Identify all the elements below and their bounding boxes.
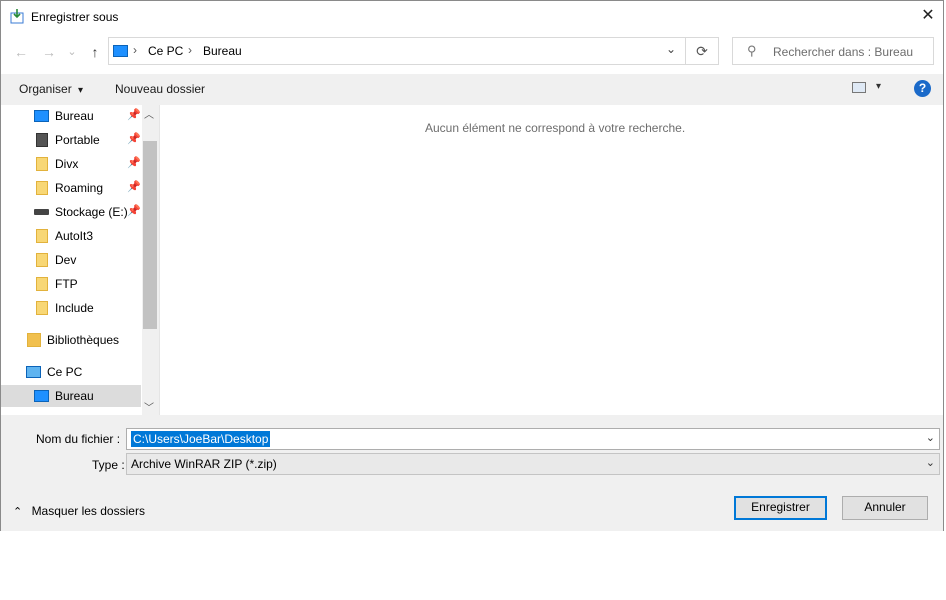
nav-item-ce-pc[interactable]: Ce PC bbox=[1, 361, 141, 383]
new-folder-button[interactable]: Nouveau dossier bbox=[115, 82, 205, 96]
libraries-icon bbox=[27, 333, 41, 347]
nav-item-bureau[interactable]: Bureau 📌 bbox=[1, 105, 141, 127]
folder-icon bbox=[36, 229, 48, 243]
chevron-up-icon: ⌃ bbox=[13, 506, 23, 518]
pin-icon: 📌 bbox=[127, 181, 141, 193]
scrollbar-thumb[interactable] bbox=[143, 141, 157, 329]
monitor-icon bbox=[34, 110, 49, 122]
organize-arrow-icon: ▾ bbox=[78, 85, 84, 96]
breadcrumb-separator: › bbox=[188, 43, 192, 57]
nav-item-label: AutoIt3 bbox=[55, 229, 94, 243]
document-icon bbox=[36, 133, 48, 147]
folder-icon bbox=[36, 181, 48, 195]
nav-item-portable[interactable]: Portable 📌 bbox=[1, 129, 141, 151]
nav-item-bureau-selected[interactable]: Bureau bbox=[1, 385, 141, 407]
scroll-up-icon[interactable]: ︿ bbox=[144, 106, 154, 121]
folder-icon bbox=[36, 277, 48, 291]
help-button[interactable]: ? bbox=[914, 80, 931, 97]
back-button[interactable]: ← bbox=[12, 41, 30, 63]
address-dropdown-button[interactable]: ⌄ bbox=[666, 42, 676, 56]
refresh-button[interactable]: ⟳ bbox=[686, 37, 719, 65]
filename-dropdown-arrow[interactable]: ⌄ bbox=[926, 431, 935, 444]
save-as-dialog: Enregistrer sous ✕ ← → ⌄ ↑ › Ce PC › Bur… bbox=[0, 0, 944, 531]
folder-icon bbox=[36, 253, 48, 267]
hide-folders-label: Masquer les dossiers bbox=[31, 504, 145, 518]
nav-item-label: FTP bbox=[55, 277, 78, 291]
breadcrumb-item-ce-pc[interactable]: Ce PC bbox=[148, 44, 183, 58]
monitor-icon bbox=[34, 390, 49, 402]
pin-icon: 📌 bbox=[127, 133, 141, 145]
nav-item-divx[interactable]: Divx 📌 bbox=[1, 153, 141, 175]
folder-icon bbox=[36, 157, 48, 171]
view-dropdown-arrow[interactable]: ▾ bbox=[876, 81, 881, 92]
breadcrumb-separator: › bbox=[133, 43, 137, 57]
recent-locations-button[interactable]: ⌄ bbox=[66, 41, 78, 63]
nav-item-label: Roaming bbox=[55, 181, 104, 195]
file-type-select[interactable]: Archive WinRAR ZIP (*.zip) ⌄ bbox=[126, 453, 940, 475]
nav-item-label: Bureau bbox=[55, 109, 94, 123]
close-button[interactable]: ✕ bbox=[913, 4, 943, 28]
file-type-dropdown-arrow: ⌄ bbox=[925, 457, 935, 469]
nav-item-include[interactable]: Include bbox=[1, 297, 141, 319]
pin-icon: 📌 bbox=[127, 157, 141, 169]
monitor-icon bbox=[113, 45, 128, 57]
nav-item-label: Ce PC bbox=[47, 365, 83, 379]
cancel-button[interactable]: Annuler bbox=[842, 496, 928, 520]
organize-label: Organiser bbox=[19, 82, 72, 96]
address-bar[interactable]: › Ce PC › Bureau ⌄ bbox=[108, 37, 686, 65]
filename-value: C:\Users\JoeBar\Desktop bbox=[131, 431, 271, 447]
navigation-pane: Bureau 📌 Portable 📌 Divx 📌 Roaming 📌 Sto… bbox=[1, 105, 160, 415]
breadcrumb-item-bureau[interactable]: Bureau bbox=[203, 44, 242, 58]
nav-item-roaming[interactable]: Roaming 📌 bbox=[1, 177, 141, 199]
hide-folders-button[interactable]: ⌃ Masquer les dossiers bbox=[13, 504, 145, 518]
empty-results-message: Aucun élément ne correspond à votre rech… bbox=[425, 121, 686, 135]
nav-item-label: Include bbox=[55, 301, 94, 315]
type-label: Type : bbox=[92, 458, 125, 472]
forward-button[interactable]: → bbox=[40, 41, 58, 63]
nav-item-label: Portable bbox=[55, 133, 100, 147]
view-options-icon[interactable] bbox=[852, 82, 866, 93]
pin-icon: 📌 bbox=[127, 109, 141, 121]
save-button[interactable]: Enregistrer bbox=[734, 496, 827, 520]
file-type-value: Archive WinRAR ZIP (*.zip) bbox=[131, 457, 277, 471]
computer-icon bbox=[26, 366, 41, 378]
nav-item-label: Stockage (E:) bbox=[55, 205, 128, 219]
drive-icon bbox=[34, 209, 49, 215]
filename-label: Nom du fichier : bbox=[36, 432, 121, 446]
window-title: Enregistrer sous bbox=[31, 10, 119, 24]
filename-input[interactable]: C:\Users\JoeBar\Desktop ⌄ bbox=[126, 428, 940, 450]
nav-item-stockage[interactable]: Stockage (E:) 📌 bbox=[1, 201, 141, 223]
folder-icon bbox=[36, 301, 48, 315]
nav-item-bibliotheques[interactable]: Bibliothèques bbox=[1, 329, 141, 351]
nav-item-label: Divx bbox=[55, 157, 79, 171]
organize-button[interactable]: Organiser ▾ bbox=[19, 82, 83, 96]
scroll-down-icon[interactable]: ﹀ bbox=[144, 399, 154, 414]
pin-icon: 📌 bbox=[127, 205, 141, 217]
nav-item-ftp[interactable]: FTP bbox=[1, 273, 141, 295]
title-bar bbox=[1, 1, 943, 32]
save-icon bbox=[10, 9, 24, 24]
nav-item-label: Dev bbox=[55, 253, 77, 267]
nav-item-label: Bureau bbox=[55, 389, 94, 403]
search-input[interactable]: ⚲ Rechercher dans : Bureau bbox=[732, 37, 934, 65]
search-placeholder: Rechercher dans : Bureau bbox=[773, 45, 914, 59]
nav-item-autoit3[interactable]: AutoIt3 bbox=[1, 225, 141, 247]
nav-item-dev[interactable]: Dev bbox=[1, 249, 141, 271]
search-icon: ⚲ bbox=[747, 43, 757, 58]
up-button[interactable]: ↑ bbox=[86, 41, 104, 63]
nav-item-label: Bibliothèques bbox=[47, 333, 120, 347]
